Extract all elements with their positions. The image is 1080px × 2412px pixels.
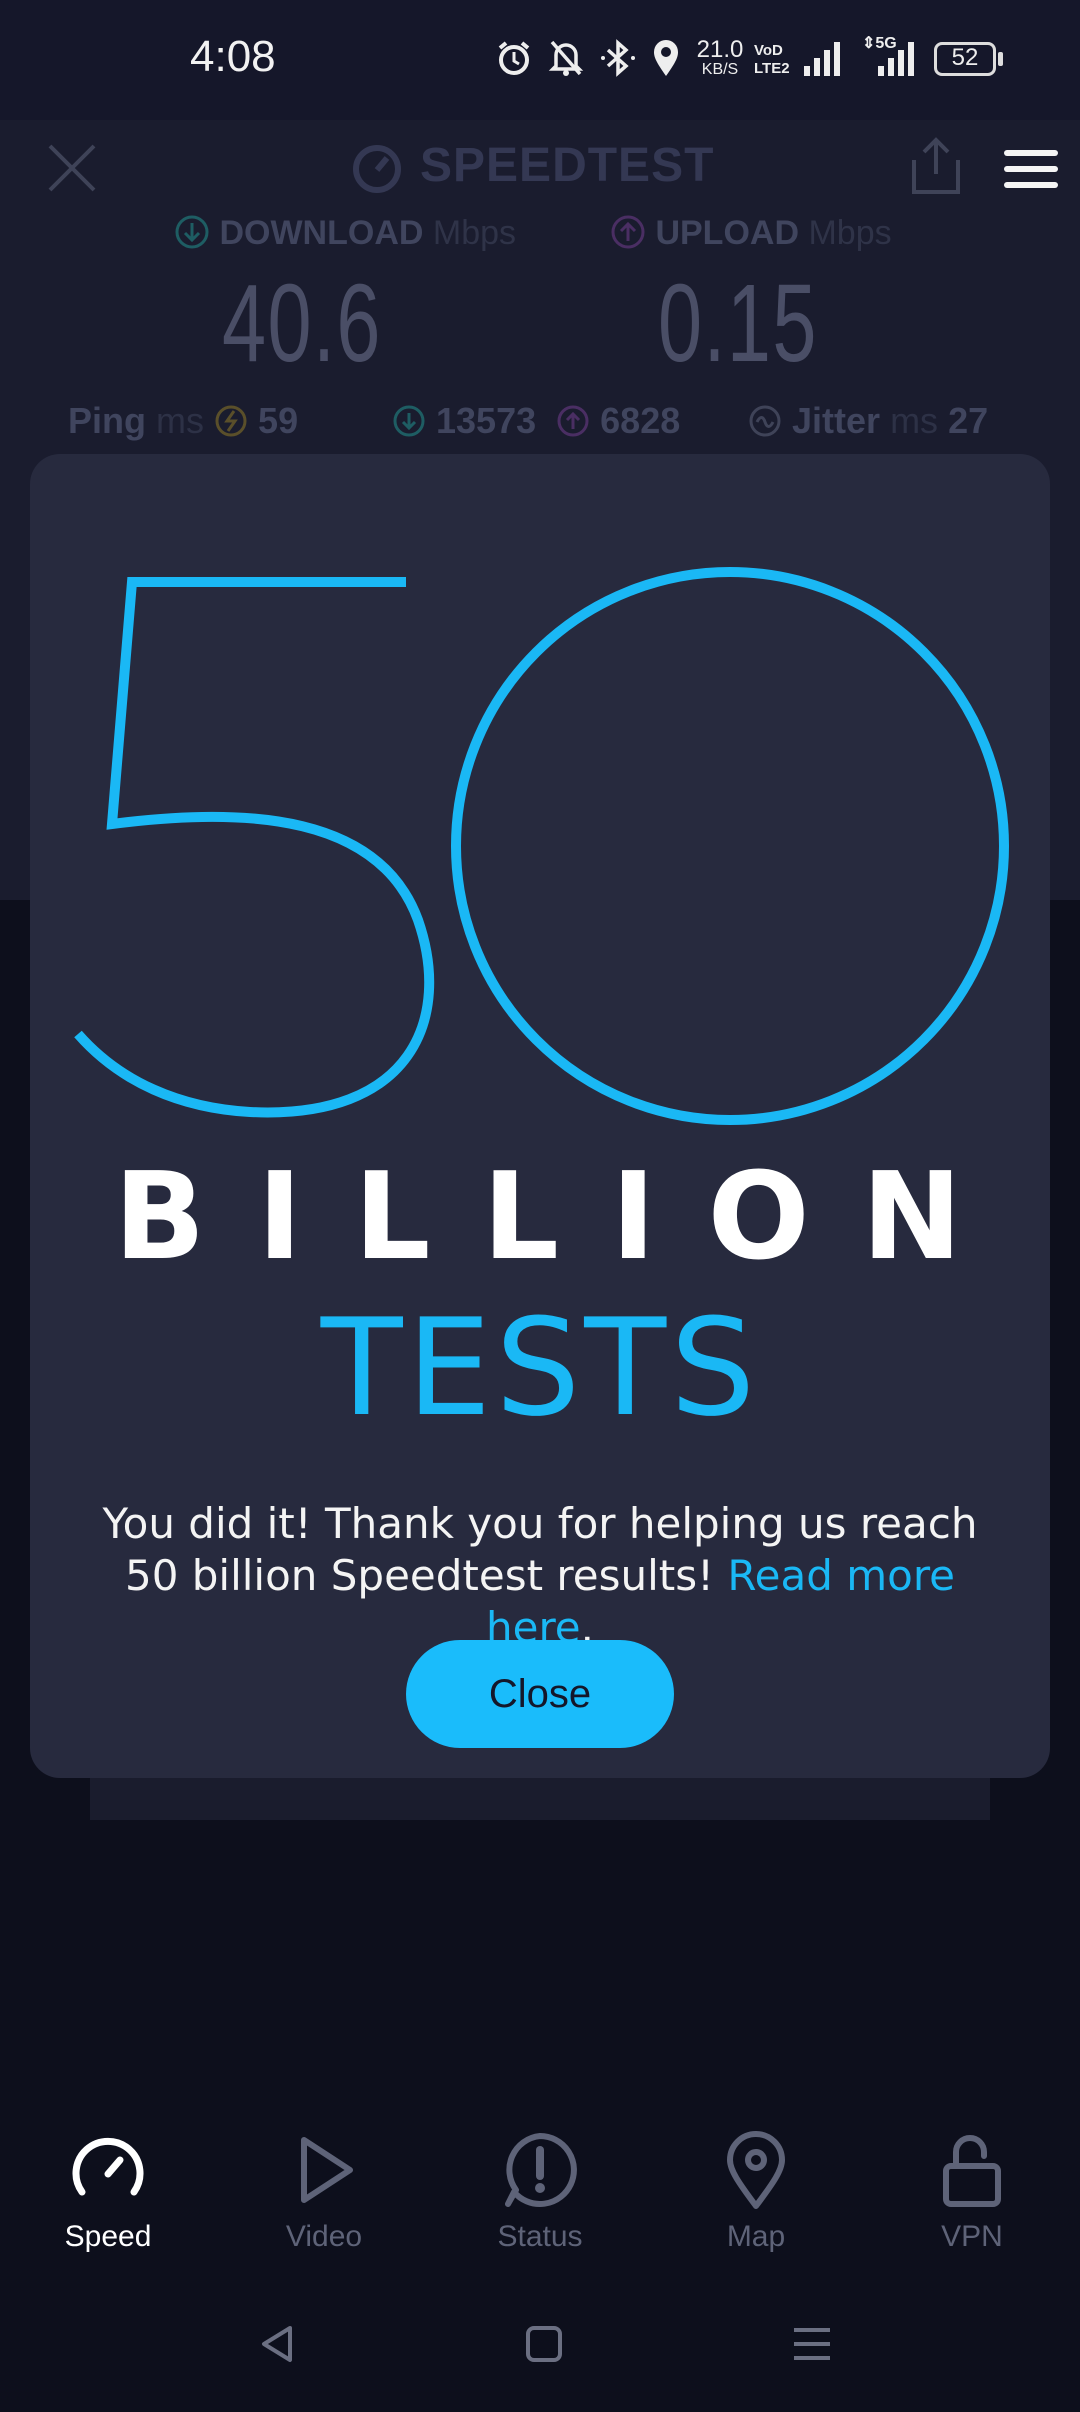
download-unit: Mbps [432, 214, 517, 252]
upload-latency-value: 6828 [600, 400, 681, 441]
svg-text:⇕5G: ⇕5G [862, 35, 897, 52]
alarm-icon [494, 38, 534, 78]
upload-header: UPLOAD Mbps [610, 214, 892, 253]
billion-heading: BILLION [113, 1148, 1015, 1287]
nav-speed[interactable]: Speed [28, 2130, 188, 2254]
download-value: 40.6 [222, 262, 382, 385]
share-icon[interactable] [908, 136, 964, 200]
network-speed-unit: KB/S [701, 61, 739, 78]
upload-value: 0.15 [658, 262, 818, 385]
download-latency-icon [393, 405, 425, 437]
bluetooth-icon [600, 38, 636, 78]
signal-5g-icon: ⇕5G [860, 34, 924, 78]
network-speed-value: 21.0 [696, 36, 744, 63]
nav-vpn[interactable]: VPN [892, 2130, 1052, 2254]
download-label: DOWNLOAD [219, 214, 424, 252]
upload-unit: Mbps [808, 214, 892, 252]
upload-icon [611, 215, 645, 249]
ping-value: 59 [258, 400, 299, 441]
close-icon[interactable] [44, 140, 100, 200]
nav-video[interactable]: Video [244, 2130, 404, 2254]
ping-unit: ms [156, 400, 205, 441]
back-icon[interactable] [256, 2322, 300, 2370]
nav-map[interactable]: Map [676, 2130, 836, 2254]
download-latency-stat: 13573 6828 [392, 400, 680, 442]
recents-icon[interactable] [790, 2324, 834, 2368]
nav-status-label: Status [497, 2220, 583, 2253]
unlock-icon [943, 2135, 1001, 2207]
battery-level: 52 [951, 44, 979, 71]
download-icon [175, 215, 209, 249]
tests-heading: TESTS [320, 1290, 760, 1446]
fifty-graphic [60, 540, 1020, 1134]
location-icon [650, 38, 682, 78]
nav-video-label: Video [285, 2220, 363, 2253]
alert-icon [505, 2133, 577, 2207]
download-header: DOWNLOAD Mbps [174, 214, 516, 253]
status-time: 4:08 [190, 32, 276, 81]
ping-label: Ping [68, 400, 146, 441]
jitter-icon [749, 405, 781, 437]
volte-indicator: VoD LTE2 [754, 42, 790, 78]
speedometer-icon [72, 2137, 144, 2196]
jitter-value: 27 [948, 400, 989, 441]
volte-label-2: LTE2 [754, 60, 790, 77]
upload-label: UPLOAD [655, 214, 800, 252]
volte-label-1: VoD [754, 42, 783, 59]
ping-icon [215, 405, 247, 437]
nav-map-label: Map [726, 2220, 786, 2253]
page-title: SPEEDTEST [420, 139, 715, 192]
bell-off-icon [548, 38, 584, 78]
menu-icon[interactable] [1004, 150, 1060, 190]
jitter-label: Jitter [792, 400, 881, 441]
signal-icon [802, 38, 846, 78]
modal-message: You did it! Thank you for helping us rea… [70, 1498, 1010, 1654]
jitter-unit: ms [890, 400, 939, 441]
ping-stat: Ping ms 59 [68, 400, 298, 442]
nav-status[interactable]: Status [460, 2130, 620, 2254]
speedtest-logo-icon [350, 140, 404, 198]
download-latency-value: 13573 [436, 400, 537, 441]
play-icon [301, 2137, 353, 2203]
home-icon[interactable] [524, 2324, 564, 2368]
network-speed: 21.0 KB/S [692, 36, 748, 80]
battery-tip [998, 52, 1003, 66]
map-pin-icon [727, 2131, 785, 2209]
nav-speed-label: Speed [64, 2220, 152, 2253]
jitter-stat: Jitter ms 27 [748, 400, 988, 442]
close-button[interactable]: Close [406, 1640, 674, 1748]
upload-latency-icon [557, 405, 589, 437]
nav-vpn-label: VPN [941, 2220, 1003, 2253]
